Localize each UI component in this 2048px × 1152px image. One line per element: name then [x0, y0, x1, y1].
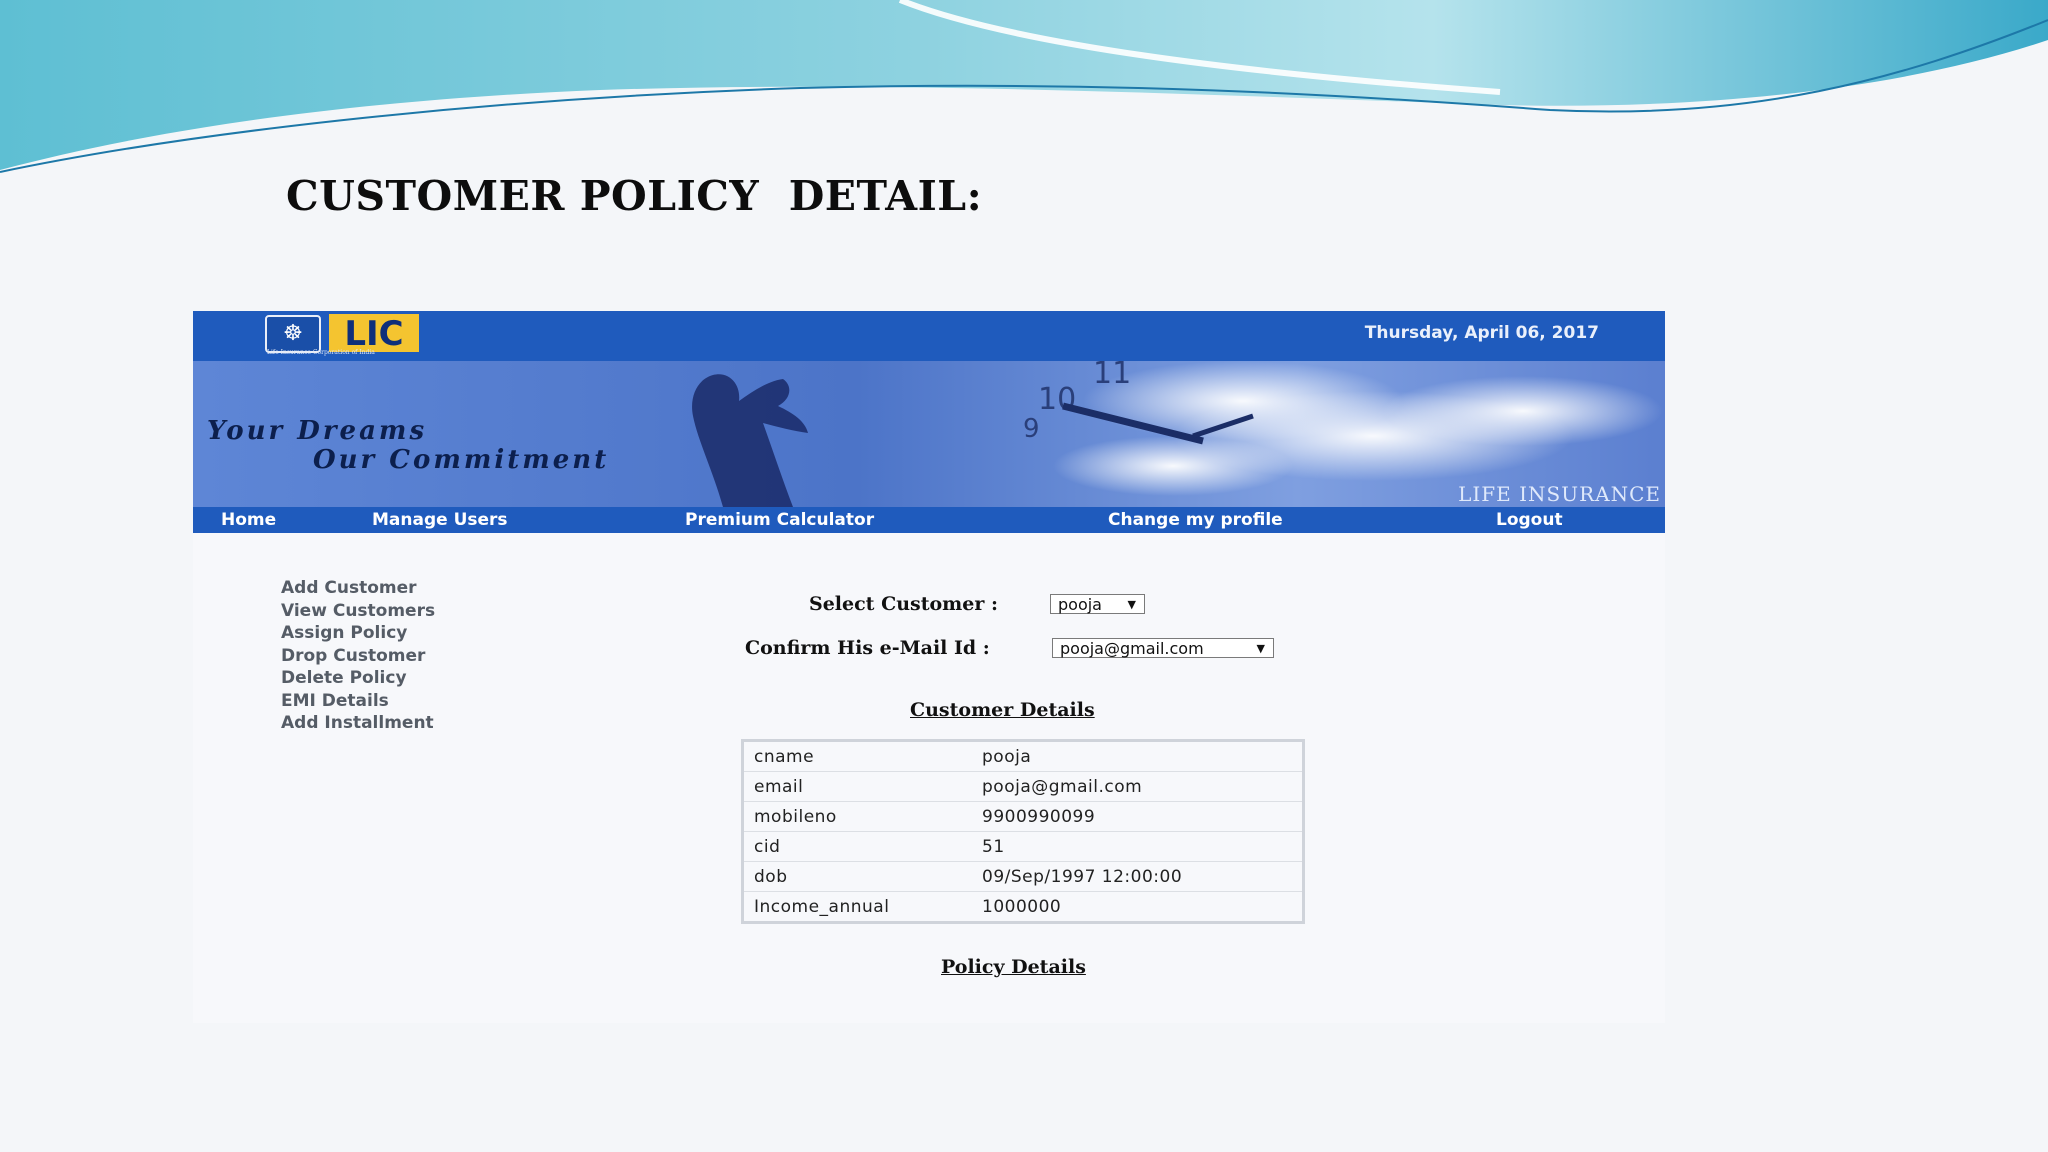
banner-brand: LIFE INSURANCE: [1458, 482, 1661, 506]
sidebar-item-drop-customer[interactable]: Drop Customer: [281, 645, 435, 668]
select-customer-label: Select Customer :: [809, 593, 998, 615]
table-row: email pooja@gmail.com: [742, 771, 1304, 802]
svg-text:10: 10: [1038, 382, 1076, 417]
field-value: 51: [972, 831, 1304, 862]
field-name: dob: [742, 861, 972, 892]
field-value: 9900990099: [972, 801, 1304, 832]
field-name: cid: [742, 831, 972, 862]
field-value: pooja@gmail.com: [972, 771, 1304, 802]
banner-tagline-1: Your Dreams: [207, 416, 428, 446]
field-name: mobileno: [742, 801, 972, 832]
field-name: Income_annual: [742, 891, 972, 923]
field-name: cname: [742, 740, 972, 772]
current-date: Thursday, April 06, 2017: [1364, 323, 1599, 343]
nav-home[interactable]: Home: [221, 510, 276, 530]
confirm-email-label: Confirm His e-Mail Id :: [745, 637, 990, 659]
policy-details-heading: Policy Details: [941, 956, 1086, 978]
select-customer-value: pooja: [1058, 595, 1102, 614]
field-value: pooja: [972, 740, 1304, 772]
table-row: cname pooja: [742, 740, 1304, 772]
sidebar-menu: Add Customer View Customers Assign Polic…: [281, 577, 435, 735]
nav-manage-users[interactable]: Manage Users: [372, 510, 508, 530]
svg-text:9: 9: [1023, 414, 1040, 444]
app-screenshot: ☸ LIC Life Insurance Corporation of Indi…: [193, 311, 1665, 1023]
sidebar-item-add-installment[interactable]: Add Installment: [281, 712, 435, 735]
select-customer-dropdown[interactable]: pooja ▼: [1050, 594, 1145, 614]
lic-emblem-icon: ☸: [265, 315, 321, 353]
sidebar-item-emi-details[interactable]: EMI Details: [281, 690, 435, 713]
field-value: 09/Sep/1997 12:00:00: [972, 861, 1304, 892]
table-row: mobileno 9900990099: [742, 801, 1304, 832]
nav-premium-calculator[interactable]: Premium Calculator: [685, 510, 874, 530]
confirm-email-dropdown[interactable]: pooja@gmail.com ▼: [1052, 638, 1274, 658]
chevron-down-icon: ▼: [1127, 598, 1136, 611]
logo-subtitle: Life Insurance Corporation of India: [267, 349, 375, 356]
field-value: 1000000: [972, 891, 1304, 923]
decorative-wave: [0, 0, 2048, 173]
slide-title: CUSTOMER POLICY DETAIL:: [286, 172, 983, 220]
table-row: cid 51: [742, 831, 1304, 862]
main-nav: Home Manage Users Premium Calculator Cha…: [193, 507, 1665, 533]
table-row: dob 09/Sep/1997 12:00:00: [742, 861, 1304, 892]
sidebar-item-assign-policy[interactable]: Assign Policy: [281, 622, 435, 645]
banner-tagline-2: Our Commitment: [313, 445, 610, 475]
svg-text:11: 11: [1093, 361, 1131, 391]
header-bar: ☸ LIC Life Insurance Corporation of Indi…: [193, 311, 1665, 361]
lic-logo: LIC: [329, 314, 419, 354]
sidebar-item-delete-policy[interactable]: Delete Policy: [281, 667, 435, 690]
nav-logout[interactable]: Logout: [1496, 510, 1563, 530]
chevron-down-icon: ▼: [1256, 642, 1265, 655]
customer-details-table: cname pooja email pooja@gmail.com mobileno 99…: [741, 739, 1305, 924]
field-name: email: [742, 771, 972, 802]
sidebar-item-view-customers[interactable]: View Customers: [281, 600, 435, 623]
nav-change-profile[interactable]: Change my profile: [1108, 510, 1283, 530]
confirm-email-value: pooja@gmail.com: [1060, 639, 1204, 658]
sidebar-item-add-customer[interactable]: Add Customer: [281, 577, 435, 600]
table-row: Income_annual 1000000: [742, 891, 1304, 923]
customer-details-heading: Customer Details: [910, 699, 1095, 721]
